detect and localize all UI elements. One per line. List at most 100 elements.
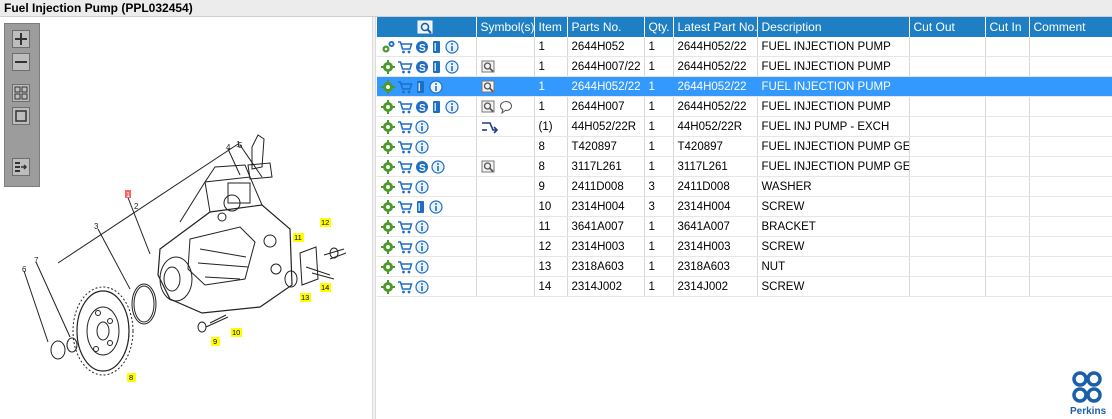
row-actions-cell[interactable] xyxy=(377,236,477,257)
column-header-cut-out[interactable]: Cut Out xyxy=(909,17,986,37)
row-symbols-cell[interactable] xyxy=(476,96,535,117)
perkins-logo-icon xyxy=(1072,371,1102,403)
table-row[interactable]: 1 2644H052/22 1 2644H052/22 FUEL INJECTION P… xyxy=(377,76,1112,97)
description-cell: FUEL INJECTION PUMP GEAR xyxy=(757,136,910,157)
document-icon xyxy=(417,80,424,93)
row-symbols-cell[interactable] xyxy=(476,136,535,157)
row-symbols-cell[interactable] xyxy=(476,256,535,277)
cart-icon xyxy=(398,140,413,153)
column-header-cut-in[interactable]: Cut In xyxy=(985,17,1030,37)
row-actions-cell[interactable]: S xyxy=(377,96,477,117)
document-icon xyxy=(433,60,440,73)
row-symbols-cell[interactable] xyxy=(476,176,535,197)
cut-in-cell xyxy=(985,156,1030,177)
info-icon xyxy=(415,119,429,134)
exploded-parts-drawing[interactable]: 1 2 3 4 5 6 7 1 8 9 10 11 12 13 14 xyxy=(0,107,372,407)
table-row[interactable]: S 1 2644H007 1 2644H052/22 FUEL INJECTION PUM… xyxy=(377,96,1112,117)
table-row[interactable]: 11 3641A007 1 3641A007 BRACKET xyxy=(377,216,1112,237)
service-icon: S xyxy=(416,40,428,54)
cut-out-cell xyxy=(909,136,986,157)
callout-6: 6 xyxy=(22,265,27,274)
row-actions-cell[interactable] xyxy=(377,256,477,277)
latest-part-no-cell: 2318A603 xyxy=(673,256,758,277)
cart-icon xyxy=(398,200,413,213)
info-icon xyxy=(445,99,459,114)
callout-11: 11 xyxy=(294,233,302,242)
row-symbols-cell[interactable] xyxy=(476,276,535,297)
table-row[interactable]: 13 2318A603 1 2318A603 NUT xyxy=(377,256,1112,277)
row-actions-cell[interactable] xyxy=(377,176,477,197)
row-actions-cell[interactable] xyxy=(377,116,477,137)
fit-page-button[interactable] xyxy=(12,84,30,102)
info-icon xyxy=(431,159,445,174)
cut-out-cell xyxy=(909,196,986,217)
parts-no-cell: 3117L261 xyxy=(567,156,645,177)
row-actions-cell[interactable] xyxy=(377,276,477,297)
qty-cell: 1 xyxy=(644,236,674,257)
row-actions-cell[interactable]: S xyxy=(377,56,477,77)
row-symbols-cell[interactable] xyxy=(476,216,535,237)
cut-in-cell xyxy=(985,196,1030,217)
column-header-actions[interactable] xyxy=(377,17,477,37)
table-row[interactable]: S 1 2644H052 1 2644H052/22 FUEL INJECTION PUM… xyxy=(377,37,1112,57)
table-row[interactable]: 8T4208971T420897FUEL INJECTION PUMP GEAR xyxy=(377,136,1112,157)
qty-cell: 1 xyxy=(644,136,674,157)
cart-icon xyxy=(398,260,413,273)
cut-out-cell xyxy=(909,76,986,97)
parts-no-cell: 2314J002 xyxy=(567,276,645,297)
service-icon: S xyxy=(416,160,428,174)
drawing-reference-icon xyxy=(481,160,494,172)
column-header-parts-no[interactable]: Parts No. xyxy=(567,17,645,37)
row-actions-cell[interactable] xyxy=(377,196,477,217)
service-icon: S xyxy=(416,60,428,74)
column-header-latest-part-no[interactable]: Latest Part No. xyxy=(673,17,758,37)
latest-part-no-cell: 2644H052/22 xyxy=(673,56,758,77)
description-cell: SCREW xyxy=(757,276,910,297)
column-header-symbols[interactable]: Symbol(s) xyxy=(476,17,535,37)
row-symbols-cell[interactable] xyxy=(476,156,535,177)
comment-cell xyxy=(1029,216,1112,237)
comment-cell xyxy=(1029,116,1112,137)
cut-in-cell xyxy=(985,116,1030,137)
row-symbols-cell[interactable] xyxy=(476,56,535,77)
row-symbols-cell[interactable] xyxy=(476,236,535,257)
zoom-out-button[interactable] xyxy=(12,53,30,71)
description-cell: FUEL INJECTION PUMP xyxy=(757,37,910,57)
row-actions-cell[interactable]: S xyxy=(377,37,477,57)
qty-cell: 1 xyxy=(644,276,674,297)
row-actions-cell[interactable] xyxy=(377,76,477,97)
row-actions-cell[interactable] xyxy=(377,216,477,237)
row-symbols-cell[interactable] xyxy=(476,196,535,217)
callout-14: 14 xyxy=(321,283,329,292)
info-icon xyxy=(415,279,429,294)
svg-text:1: 1 xyxy=(126,190,130,199)
row-actions-cell[interactable]: S xyxy=(377,156,477,177)
column-header-qty[interactable]: Qty. xyxy=(644,17,674,37)
gear-icon xyxy=(381,279,395,294)
row-actions-cell[interactable] xyxy=(377,136,477,157)
table-row[interactable]: (1) 44H052/22R 1 44H052/22R FUEL INJ PUMP - … xyxy=(377,116,1112,137)
row-symbols-cell[interactable] xyxy=(476,37,535,57)
latest-part-no-cell: T420897 xyxy=(673,136,758,157)
callout-3: 3 xyxy=(94,222,99,231)
callout-12: 12 xyxy=(321,218,329,227)
column-header-description[interactable]: Description xyxy=(757,17,910,37)
column-header-item[interactable]: Item xyxy=(534,17,568,37)
table-row[interactable]: 14 2314J002 1 2314J002 SCREW xyxy=(377,276,1112,297)
table-row[interactable]: 12 2314H003 1 2314H003 SCREW xyxy=(377,236,1112,257)
description-cell: NUT xyxy=(757,256,910,277)
column-header-comment[interactable]: Comment xyxy=(1029,17,1112,37)
row-symbols-cell[interactable] xyxy=(476,116,535,137)
row-symbols-cell[interactable] xyxy=(476,76,535,97)
zoom-in-button[interactable] xyxy=(12,30,30,48)
latest-part-no-cell: 2314H004 xyxy=(673,196,758,217)
panel-splitter[interactable] xyxy=(372,17,376,419)
table-row[interactable]: 10 2314H004 3 2314H004 SCREW xyxy=(377,196,1112,217)
description-cell: FUEL INJECTION PUMP xyxy=(757,76,910,97)
table-row[interactable]: 9 2411D008 3 2411D008 WASHER xyxy=(377,176,1112,197)
gear-icon xyxy=(381,259,395,274)
latest-part-no-cell: 2644H052/22 xyxy=(673,96,758,117)
table-row[interactable]: S 1 2644H007/22 1 2644H052/22 FUEL INJECTION … xyxy=(377,56,1112,77)
zoom-out-icon xyxy=(15,61,27,63)
table-row[interactable]: S 8 3117L261 1 3117L261 FUEL INJECTION PUMP G… xyxy=(377,156,1112,177)
